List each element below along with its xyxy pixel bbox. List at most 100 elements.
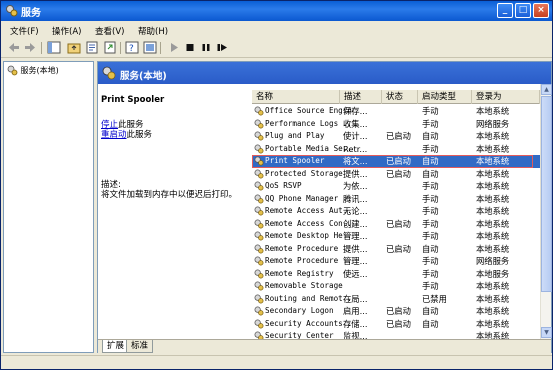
column-startup-type[interactable]: 启动类型 (418, 90, 472, 104)
scroll-down-button[interactable]: ▼ (541, 327, 552, 338)
status-bar (1, 355, 552, 369)
table-row[interactable]: Protected Storage 提供... 已启动 自动 本地系统 (252, 168, 540, 181)
table-row[interactable]: Remote Procedure ... 管理... 手动 网络服务 (252, 255, 540, 268)
table-row[interactable]: Routing and Remot... 在局... 已禁用 本地系统 (252, 293, 540, 306)
cell-startup: 自动 (422, 168, 439, 179)
cell-desc: 使远... (343, 268, 368, 279)
toolbar-separator (160, 42, 161, 54)
cell-startup: 手动 (422, 118, 439, 129)
properties-icon[interactable] (85, 41, 99, 54)
restart-link-rest: 此服务 (126, 130, 153, 140)
cell-name: Remote Procedure ... (265, 243, 353, 253)
cell-status: 已启动 (386, 168, 411, 179)
table-row[interactable]: Removable Storage 手动 本地系统 (252, 280, 540, 293)
cell-status (386, 255, 420, 268)
tab-extended[interactable]: 扩展 (102, 340, 130, 353)
restart-service-icon[interactable] (215, 41, 229, 54)
cell-startup: 手动 (422, 206, 439, 216)
column-name[interactable]: 名称 (252, 90, 340, 104)
close-button[interactable]: × (533, 3, 549, 18)
toolbar: ? (1, 38, 552, 58)
column-status[interactable]: 状态 (382, 90, 418, 104)
forward-arrow-icon[interactable] (23, 41, 37, 54)
table-row[interactable]: Portable Media Se... Retr... 手动 本地系统 (252, 143, 540, 156)
table-row[interactable]: Remote Access Con... 创建... 已启动 手动 本地系统 (252, 218, 540, 231)
table-row[interactable]: Performance Logs ... 收集... 手动 网络服务 (252, 118, 540, 131)
cell-logon: 本地系统 (476, 218, 510, 229)
service-gear-icon (254, 169, 264, 178)
stop-service-icon[interactable] (183, 41, 197, 54)
table-row[interactable]: QoS RSVP 为依... 手动 本地系统 (252, 180, 540, 193)
cell-logon: 本地系统 (476, 243, 510, 254)
help-icon[interactable]: ? (125, 41, 139, 54)
service-gear-icon (254, 331, 264, 339)
services-gear-icon (102, 66, 116, 80)
toolbar-separator (120, 42, 121, 54)
service-gear-icon (254, 106, 264, 116)
cell-startup: 自动 (422, 243, 439, 254)
table-row[interactable]: Secondary Logon 启用... 已启动 自动 本地系统 (252, 305, 540, 318)
minimize-button[interactable]: _ (497, 3, 513, 18)
table-row[interactable]: Office Source Engine 保存... 手动 本地系统 (252, 105, 540, 118)
cell-status (386, 118, 420, 131)
cell-name: Remote Access Aut... (265, 206, 353, 215)
tab-standard[interactable]: 标准 (126, 340, 154, 353)
cell-desc: 提供... (343, 243, 368, 254)
back-arrow-icon[interactable] (7, 41, 21, 54)
menu-action[interactable]: 操作(A) (52, 25, 81, 37)
table-row[interactable]: Remote Access Aut... 无论... 手动 本地系统 (252, 205, 540, 218)
table-row[interactable]: Security Center 监视... 本地系统 (252, 330, 540, 339)
cell-startup: 自动 (422, 131, 439, 141)
cell-logon: 本地系统 (476, 231, 510, 241)
service-gear-icon (254, 119, 264, 128)
scroll-thumb[interactable] (541, 96, 552, 292)
cell-name: QQ Phone Manager ... (265, 193, 353, 203)
table-row[interactable]: Remote Procedure ... 提供... 已启动 自动 本地系统 (252, 243, 540, 256)
cell-name: Protected Storage (265, 168, 343, 178)
pause-service-icon[interactable] (199, 41, 213, 54)
cell-logon: 本地系统 (476, 306, 510, 316)
view-tabs: 扩展 标准 (98, 339, 551, 353)
tree-item-services-local[interactable]: 服务(本地) (7, 65, 59, 76)
restart-link-text[interactable]: 重启动 (101, 130, 127, 140)
table-row[interactable]: QQ Phone Manager ... 腾讯... 手动 本地系统 (252, 193, 540, 206)
cell-name: Remote Procedure ... (265, 256, 353, 265)
cell-desc: 存储... (343, 318, 368, 329)
table-row[interactable]: Plug and Play 使计... 已启动 自动 本地系统 (252, 130, 540, 143)
up-folder-icon[interactable] (67, 41, 81, 54)
table-row[interactable]: Remote Desktop He... 管理... 手动 本地系统 (252, 230, 540, 243)
cell-startup: 手动 (422, 231, 439, 241)
menu-view[interactable]: 查看(V) (95, 25, 124, 37)
menu-file[interactable]: 文件(F) (10, 25, 39, 37)
maximize-button[interactable]: □ (515, 3, 531, 18)
cell-logon: 本地系统 (476, 331, 510, 339)
cell-logon: 网络服务 (476, 256, 510, 266)
service-gear-icon (254, 131, 264, 141)
table-row[interactable]: Security Accounts... 存储... 已启动 自动 本地系统 (252, 318, 540, 331)
cell-logon: 本地系统 (476, 281, 510, 291)
export-list-icon[interactable] (103, 41, 117, 54)
cell-logon: 本地系统 (476, 106, 510, 116)
console-tree-icon[interactable] (47, 41, 61, 54)
cell-logon: 本地系统 (476, 143, 510, 154)
cell-desc: 监视... (343, 331, 368, 339)
scroll-up-button[interactable]: ▲ (541, 84, 552, 95)
cell-status: 已启动 (386, 243, 411, 254)
column-log-on-as[interactable]: 登录为 (472, 90, 540, 104)
column-description[interactable]: 描述 (340, 90, 382, 104)
services-gear-icon (7, 65, 18, 76)
menu-help[interactable]: 帮助(H) (138, 25, 168, 37)
vertical-scrollbar[interactable]: ▲ ▼ (540, 84, 552, 339)
show-hide-action-pane-icon[interactable] (143, 41, 157, 54)
service-gear-icon (254, 144, 264, 153)
service-gear-icon (254, 294, 264, 303)
cell-startup: 手动 (422, 106, 439, 116)
cell-logon: 本地系统 (476, 131, 510, 141)
cell-startup: 手动 (422, 218, 439, 229)
cell-startup: 自动 (422, 318, 439, 329)
cell-name: Plug and Play (265, 131, 325, 140)
restart-service-link[interactable]: 重启动此服务 (101, 128, 152, 140)
start-service-icon[interactable] (167, 41, 181, 54)
services-window: 服务 _ □ × 文件(F) 操作(A) 查看(V) 帮助(H) ? 服务(本地… (0, 0, 553, 370)
table-row[interactable]: Remote Registry 使远... 手动 本地服务 (252, 268, 540, 281)
